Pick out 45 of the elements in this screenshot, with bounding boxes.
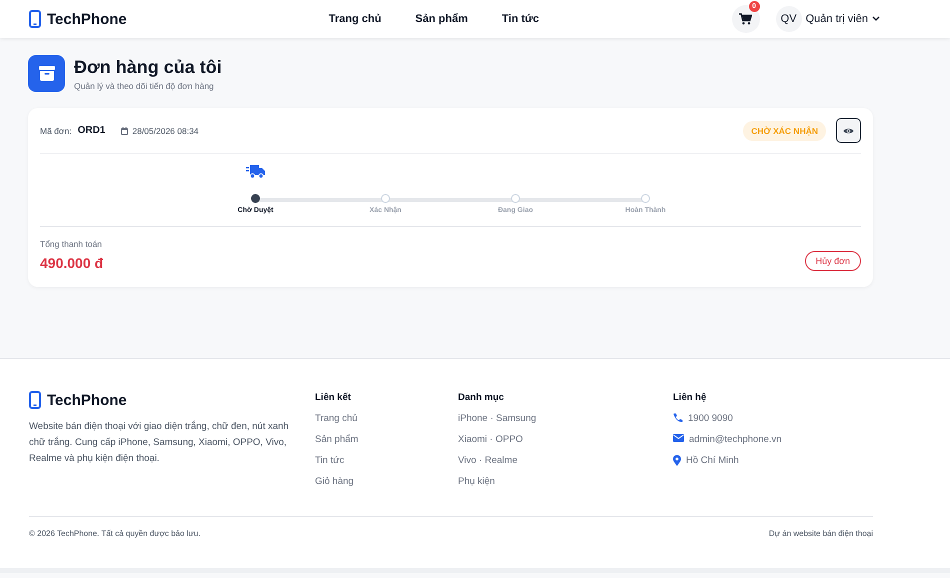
nav-link[interactable]: Sản phẩm xyxy=(415,13,468,25)
footer-column-title: Danh mục xyxy=(458,391,505,403)
footer-brand: TechPhone xyxy=(47,392,127,408)
location-pin-icon xyxy=(673,455,681,466)
truck-icon xyxy=(246,164,265,179)
footer-link[interactable]: Phụ kiện xyxy=(458,476,495,487)
footer-link[interactable]: iPhone · Samsung xyxy=(458,413,536,424)
total-amount: 490.000 đ xyxy=(40,255,104,271)
order-code-label: Mã đơn: xyxy=(40,126,72,136)
footer-link[interactable]: Vivo · Realme xyxy=(458,455,518,466)
email-icon xyxy=(673,434,684,442)
nav-link[interactable]: Trang chủ xyxy=(328,13,382,25)
brand-name: TechPhone xyxy=(47,10,127,28)
page-title: Đơn hàng của tôi xyxy=(74,56,222,78)
user-avatar: QV xyxy=(776,6,802,32)
calendar-icon xyxy=(121,126,128,134)
phone-icon xyxy=(673,413,683,423)
footer-column-title: Liên kết xyxy=(315,391,352,403)
chevron-down-icon xyxy=(872,16,880,22)
footer-column-title: Liên hệ xyxy=(673,391,708,403)
footer-link[interactable]: Sản phẩm xyxy=(315,434,358,445)
copyright-text: © 2026 TechPhone. Tất cả quyền được bảo lưu. xyxy=(29,529,200,538)
phone-icon xyxy=(29,10,41,28)
order-date: 28/05/2026 08:34 xyxy=(132,126,199,136)
footer-link[interactable]: Xiaomi · OPPO xyxy=(458,434,523,445)
footer-description: Website bán điện thoại với giao diện trắng, chữ đen, nút xanh chữ trắng. Cung cấp iPhone, Samsung, Xiaomi, OPPO, Vivo, Realme và phụ kiện điện thoại. xyxy=(29,420,290,466)
archive-icon xyxy=(28,55,65,92)
view-button[interactable] xyxy=(836,118,861,143)
order-code: ORD1 xyxy=(78,125,106,136)
footer-note: Dự án website bán điện thoại xyxy=(768,529,873,538)
cart-icon xyxy=(739,13,752,25)
eye-icon xyxy=(843,126,854,134)
contact-text: admin@techphone.vn xyxy=(689,434,782,445)
contact-text: Hồ Chí Minh xyxy=(686,455,739,466)
user-menu[interactable]: QV Quản trị viên xyxy=(776,6,880,32)
total-label: Tổng thanh toán xyxy=(40,239,103,249)
footer-link[interactable]: Giỏ hàng xyxy=(315,476,354,487)
status-badge: CHỜ XÁC NHẬN xyxy=(743,120,826,140)
nav-link[interactable]: Tin tức xyxy=(502,13,539,25)
page-subtitle: Quản lý và theo dõi tiến độ đơn hàng xyxy=(74,80,215,90)
phone-icon xyxy=(29,391,41,409)
footer-link[interactable]: Trang chủ xyxy=(315,413,358,424)
contact-text: 1900 9090 xyxy=(688,413,733,424)
footer-link[interactable]: Tin tức xyxy=(315,455,344,466)
cancel-order-button[interactable]: Hủy đơn xyxy=(804,251,861,271)
